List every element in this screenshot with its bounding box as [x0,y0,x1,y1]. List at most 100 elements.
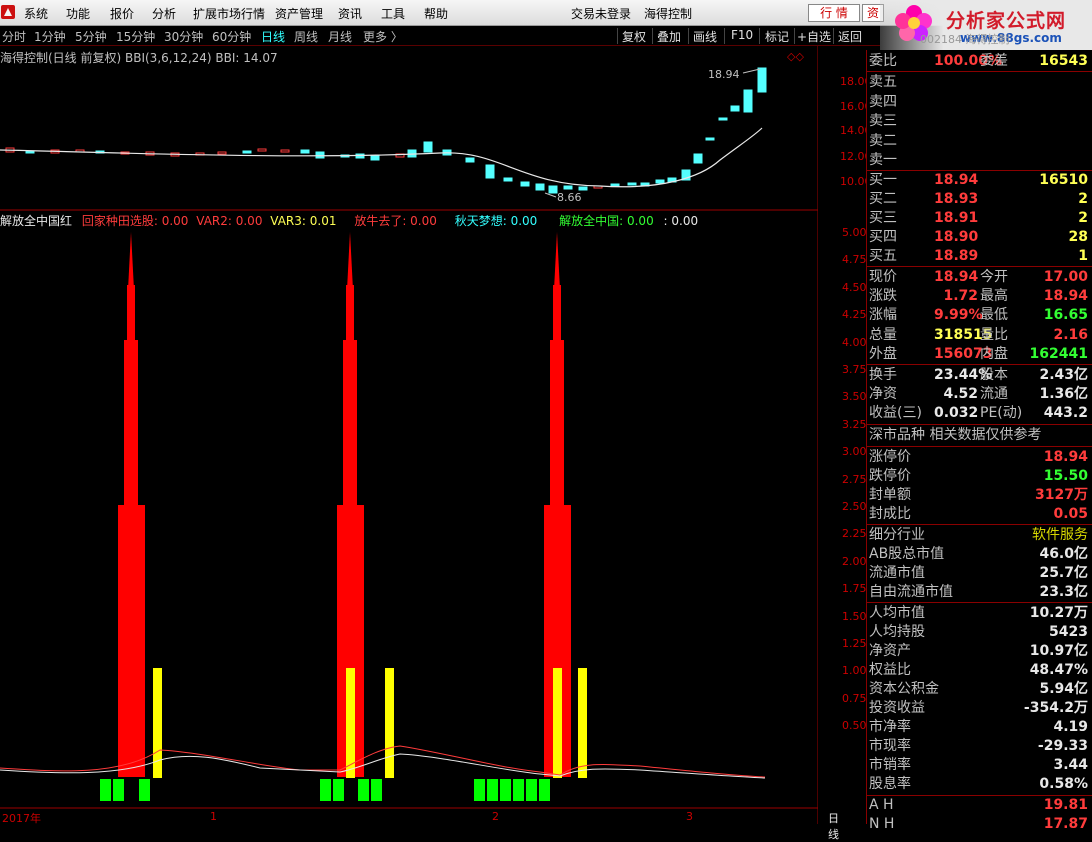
main-chart-title: 海得控制(日线 前复权) BBI(3,6,12,24) BBI: 14.07 [0,51,278,65]
quote-button[interactable]: 行 情 [808,4,860,22]
red-signal-spike [128,232,134,290]
candlestick [370,155,380,161]
candlestick [743,89,753,113]
row-label: A H [869,797,894,813]
period-more[interactable]: 更多 〉 [363,28,403,45]
chart-area[interactable]: 18.94 8.66 ◇◇ [0,46,818,824]
period-weekly[interactable]: 周线 [294,28,318,45]
industry-row: 细分行业 软件服务 [866,526,1092,545]
menu-system[interactable]: 系统 [24,5,48,22]
indicator-line-red [0,745,766,778]
candlestick [693,153,703,164]
row-label: 现价 [869,269,897,285]
row-label: 流通市值 [869,565,925,581]
date-label-mar: 3 [686,810,693,823]
candlestick [217,151,227,155]
indicator-tick-label: 2.25 [842,527,867,541]
finance-row: 权益比 48.47% [866,661,1092,680]
indicator-tick-label: 2.75 [842,472,867,486]
row-value: 3127万 [1035,487,1088,503]
buy-level-row: 买五 18.89 1 [866,247,1092,266]
menu-asset[interactable]: 资产管理 [275,5,323,22]
buy-qty: 2 [1078,210,1088,226]
market-note: 深市品种 相关数据仅供参考 [869,427,1042,443]
menu-extended-market[interactable]: 扩展市场行情 [193,5,265,22]
row-label: 细分行业 [869,527,925,543]
industry-value: 软件服务 [1032,527,1088,543]
candlestick [578,186,588,191]
period-30min[interactable]: 30分钟 [164,28,203,45]
period-15min[interactable]: 15分钟 [116,28,155,45]
draw-line-button[interactable]: 画线 [693,28,717,45]
buy-price: 18.89 [934,248,979,264]
candlestick [705,137,715,141]
menu-quote[interactable]: 报价 [110,5,134,22]
mark-button[interactable]: 标记 [765,28,789,45]
row-value: 4.52 [943,386,978,403]
buy-price: 18.91 [934,210,979,226]
finance-row: 净资产 10.97亿 [866,642,1092,661]
candlestick [485,164,495,179]
sell-level-row: 卖二 [866,132,1092,151]
green-signal-bar [100,779,111,801]
stat-row: 收益(三) 0.032 PE(动) 443.2 [866,404,1092,423]
row-label-2: 最高 [980,288,1008,305]
yellow-signal-bar [153,668,162,778]
row-label: 卖二 [869,132,897,149]
overlay-button[interactable]: 叠加 [657,28,681,45]
period-1min[interactable]: 1分钟 [34,28,66,45]
row-value: 10.27万 [1029,605,1088,621]
row-value: -29.33 [1037,738,1088,754]
stat-row: 换手 23.44% 股本 2.43亿 [866,366,1092,385]
indicator-tick-label: 1.25 [842,637,867,650]
divider [866,424,1092,425]
period-60min[interactable]: 60分钟 [212,28,251,45]
cap-row: 流通市值 25.7亿 [866,564,1092,583]
period-monthly[interactable]: 月线 [328,28,352,45]
adjust-button[interactable]: 复权 [622,28,646,45]
ah-row: A H 19.81 [866,796,1092,815]
period-daily[interactable]: 日线 [261,28,285,45]
indicator-line-white [0,753,766,779]
brand-title: 分析家公式网 [946,10,1067,32]
menu-analysis[interactable]: 分析 [152,5,176,22]
menu-news[interactable]: 资讯 [338,5,362,22]
stat-row: 外盘 156073 内盘 162441 [866,345,1092,364]
row-value: 0.05 [1053,506,1088,522]
menu-help[interactable]: 帮助 [424,5,448,22]
login-status[interactable]: 交易未登录 [571,5,631,22]
buy-price: 18.94 [934,172,979,188]
green-signal-bar [333,779,344,801]
period-tab-daily[interactable]: 日线 [828,810,839,842]
buy-qty: 1 [1078,248,1088,264]
period-intraday[interactable]: 分时 [2,28,26,45]
divider [866,266,1092,267]
divider [866,71,1092,72]
f10-button[interactable]: F10 [731,28,753,42]
finance-row: 市净率 4.19 [866,718,1092,737]
row-value: 0.58% [1039,776,1088,792]
menu-tools[interactable]: 工具 [381,5,405,22]
candlestick [242,150,252,154]
back-button[interactable]: 返回 [838,28,862,45]
row-label: 市现率 [869,738,911,754]
app-logo-icon[interactable] [1,5,15,19]
finance-row: 人均市值 10.27万 [866,604,1092,623]
row-label: 买三 [869,210,897,226]
add-watchlist-button[interactable]: +自选 [797,28,831,45]
yellow-signal-bar [553,668,562,778]
chart-scroll-icon[interactable]: ◇◇ [787,50,804,63]
buy-level-row: 买一 18.94 16510 [866,171,1092,190]
candlestick [757,67,767,93]
period-5min[interactable]: 5分钟 [75,28,107,45]
menu-function[interactable]: 功能 [66,5,90,22]
finance-row: 市现率 -29.33 [866,737,1092,756]
row-value: 0.032 [934,405,979,422]
cap-row: 自由流通市值 23.3亿 [866,583,1092,602]
row-label: 卖一 [869,152,897,168]
stat-row: 净资 4.52 流通 1.36亿 [866,385,1092,404]
indicator-value-5: 秋天梦想: 0.00 [454,214,538,228]
indicator-tick-label: 2.50 [842,500,867,513]
date-label-jan: 1 [210,810,217,823]
candlestick [280,149,290,153]
